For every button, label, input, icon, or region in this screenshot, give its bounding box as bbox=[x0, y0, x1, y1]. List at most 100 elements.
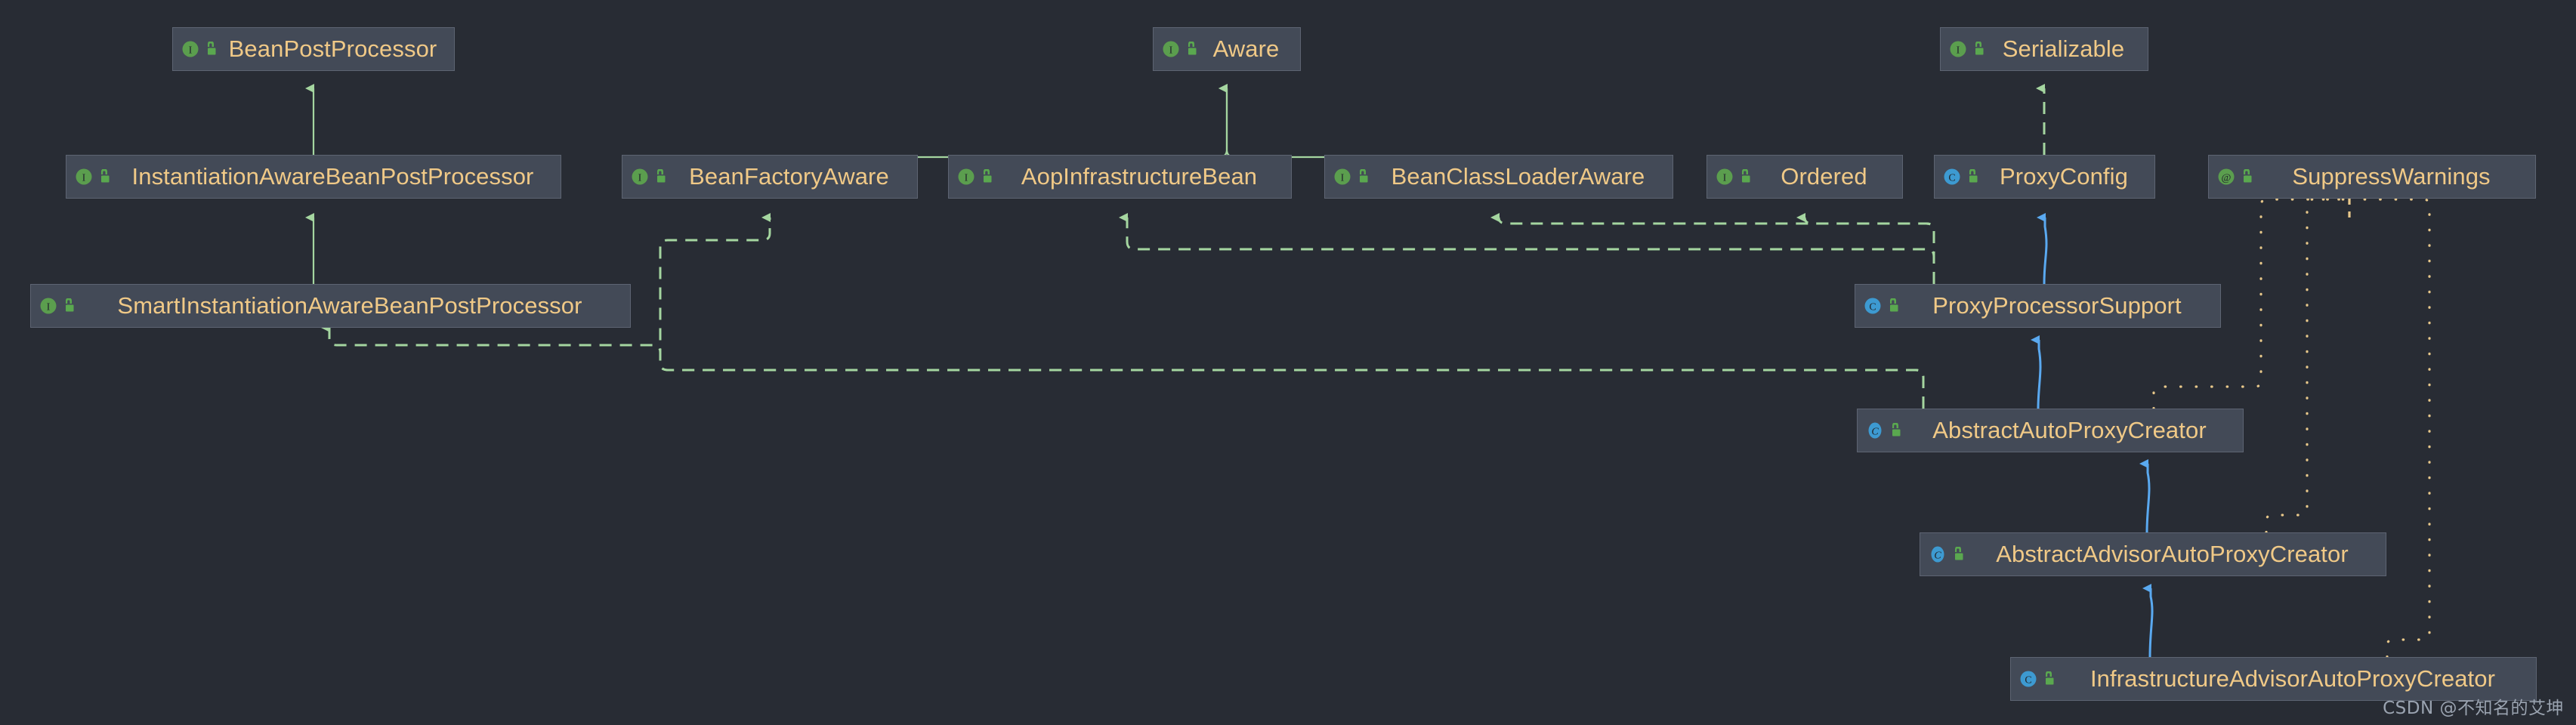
unlocked-padlock-icon bbox=[97, 169, 111, 184]
class-node-abstractadvisorautoproxycreator[interactable]: C AbstractAdvisorAutoProxyCreator bbox=[1920, 532, 2386, 576]
svg-text:C: C bbox=[1934, 551, 1941, 562]
class-node-label: AbstractAutoProxyCreator bbox=[1932, 417, 2207, 443]
interface-icon: I bbox=[1948, 39, 1968, 59]
class-node-label: SuppressWarnings bbox=[2292, 163, 2491, 190]
class-node-label: BeanClassLoaderAware bbox=[1391, 163, 1645, 190]
class-node-beanfactoryaware[interactable]: I BeanFactoryAware bbox=[622, 155, 918, 199]
class-node-label: ProxyProcessorSupport bbox=[1932, 292, 2182, 319]
class-node-aware[interactable]: I Aware bbox=[1153, 27, 1301, 71]
unlocked-padlock-icon bbox=[1738, 169, 1752, 184]
edge-proxy-processor-support-to-proxy-config bbox=[2037, 213, 2048, 285]
class-icon: C bbox=[1863, 296, 1883, 316]
class-node-instantiationawarebeanpostprocessor[interactable]: I InstantiationAwareBeanPostProcessor bbox=[66, 155, 561, 199]
class-node-label: Aware bbox=[1212, 35, 1280, 62]
abstract-class-icon: C bbox=[1865, 421, 1885, 440]
edge-proxy-processor-support-to-bean-class-loader-aware bbox=[1490, 212, 1935, 284]
node-icons: C bbox=[1942, 167, 1979, 187]
edge-bean-class-loader-aware-to-aware bbox=[1219, 84, 1500, 165]
interface-icon: I bbox=[39, 296, 58, 316]
interface-icon: I bbox=[956, 167, 976, 187]
annotation-link-infrastructure-advisor-to-suppress-warnings bbox=[2348, 193, 2431, 659]
node-icons: I bbox=[1715, 167, 1752, 187]
unlocked-padlock-icon bbox=[1886, 298, 1900, 313]
class-node-label: ProxyConfig bbox=[2000, 163, 2128, 190]
class-node-label: InstantiationAwareBeanPostProcessor bbox=[131, 163, 534, 190]
svg-text:I: I bbox=[1341, 173, 1345, 184]
node-icons: I bbox=[956, 167, 993, 187]
node-icons: I bbox=[1948, 39, 1985, 59]
svg-text:C: C bbox=[2025, 675, 2031, 686]
connector-layer bbox=[305, 84, 2431, 659]
abstract-class-icon: C bbox=[1928, 545, 1947, 564]
svg-text:I: I bbox=[1723, 173, 1727, 184]
edge-abstract-auto-proxy-creator-to-bean-factory-aware bbox=[659, 213, 1925, 409]
unlocked-padlock-icon bbox=[653, 169, 667, 184]
edge-infrastructure-advisor-to-abstract-advisor bbox=[2142, 584, 2154, 658]
svg-text:I: I bbox=[1957, 45, 1960, 57]
class-node-label: Serializable bbox=[2002, 35, 2125, 62]
node-icons: I bbox=[39, 296, 76, 316]
class-node-ordered[interactable]: I Ordered bbox=[1707, 155, 1903, 199]
node-icons: I bbox=[1161, 39, 1198, 59]
class-icon: C bbox=[2018, 669, 2038, 689]
unlocked-padlock-icon bbox=[1951, 547, 1965, 562]
node-icons: C bbox=[1863, 296, 1900, 316]
interface-icon: I bbox=[1161, 39, 1181, 59]
unlocked-padlock-icon bbox=[62, 298, 76, 313]
class-node-beanclassloaderaware[interactable]: I BeanClassLoaderAware bbox=[1324, 155, 1673, 199]
svg-text:I: I bbox=[1169, 45, 1173, 57]
svg-text:C: C bbox=[1869, 302, 1876, 313]
svg-text:I: I bbox=[189, 45, 193, 57]
class-node-label: AbstractAdvisorAutoProxyCreator bbox=[1996, 541, 2349, 567]
unlocked-padlock-icon bbox=[1889, 423, 1902, 438]
svg-text:C: C bbox=[1871, 427, 1879, 438]
edge-proxy-processor-support-to-aop-infrastructure-bean bbox=[1119, 213, 1935, 284]
node-icons: C bbox=[2018, 669, 2056, 689]
interface-icon: I bbox=[630, 167, 650, 187]
unlocked-padlock-icon bbox=[980, 169, 993, 184]
edge-bean-factory-aware-to-aware bbox=[768, 84, 1228, 165]
class-node-beanpostprocessor[interactable]: I BeanPostProcessor bbox=[172, 27, 455, 71]
class-icon: C bbox=[1942, 167, 1962, 187]
annotation-icon: @ bbox=[2216, 167, 2236, 187]
interface-icon: I bbox=[1333, 167, 1352, 187]
edge-abstract-auto-proxy-creator-to-smart-inst-bpp bbox=[321, 323, 1925, 409]
class-node-suppresswarnings[interactable]: @ SuppressWarnings bbox=[2208, 155, 2536, 199]
node-icons: C bbox=[1865, 421, 1902, 440]
class-node-label: AopInfrastructureBean bbox=[1021, 163, 1258, 190]
node-icons: I bbox=[181, 39, 218, 59]
svg-text:C: C bbox=[1948, 173, 1955, 184]
class-node-label: Ordered bbox=[1781, 163, 1867, 190]
node-icons: C bbox=[1928, 545, 1965, 564]
class-node-smartinstantiationawarebeanpostprocessor[interactable]: I SmartInstantiationAwareBeanPostProcesso… bbox=[30, 284, 631, 328]
unlocked-padlock-icon bbox=[1356, 169, 1370, 184]
svg-text:I: I bbox=[82, 173, 86, 184]
class-node-proxyprocessorsupport[interactable]: C ProxyProcessorSupport bbox=[1855, 284, 2221, 328]
csdn-watermark: CSDN @不知名的艾坤 bbox=[2383, 699, 2564, 718]
svg-text:I: I bbox=[638, 173, 642, 184]
class-node-label: SmartInstantiationAwareBeanPostProcessor bbox=[117, 292, 582, 319]
node-icons: I bbox=[1333, 167, 1370, 187]
node-icons: I bbox=[74, 167, 111, 187]
class-node-proxyconfig[interactable]: C ProxyConfig bbox=[1934, 155, 2155, 199]
class-node-serializable[interactable]: I Serializable bbox=[1940, 27, 2148, 71]
annotation-link-abstract-advisor-to-suppress-warnings bbox=[2265, 193, 2351, 534]
svg-text:I: I bbox=[965, 173, 968, 184]
edge-proxy-processor-support-to-ordered bbox=[1796, 212, 1935, 284]
interface-icon: I bbox=[181, 39, 200, 59]
uml-class-diagram: I BeanPostProcessor I Aware I Serializable I In… bbox=[0, 0, 2576, 725]
node-icons: I bbox=[630, 167, 667, 187]
interface-icon: I bbox=[74, 167, 94, 187]
svg-text:I: I bbox=[47, 302, 51, 313]
node-icons: @ bbox=[2216, 167, 2253, 187]
edge-abstract-advisor-to-abstract-auto-proxy-creator bbox=[2139, 459, 2151, 533]
class-node-abstractautoproxycreator[interactable]: C AbstractAutoProxyCreator bbox=[1857, 409, 2244, 452]
class-node-label: BeanFactoryAware bbox=[689, 163, 889, 190]
interface-icon: I bbox=[1715, 167, 1734, 187]
class-node-label: BeanPostProcessor bbox=[228, 35, 437, 62]
unlocked-padlock-icon bbox=[1972, 42, 1985, 57]
unlocked-padlock-icon bbox=[1966, 169, 1979, 184]
unlocked-padlock-icon bbox=[1185, 42, 1198, 57]
class-node-aopinfrastructurebean[interactable]: I AopInfrastructureBean bbox=[948, 155, 1292, 199]
unlocked-padlock-icon bbox=[2240, 169, 2253, 184]
